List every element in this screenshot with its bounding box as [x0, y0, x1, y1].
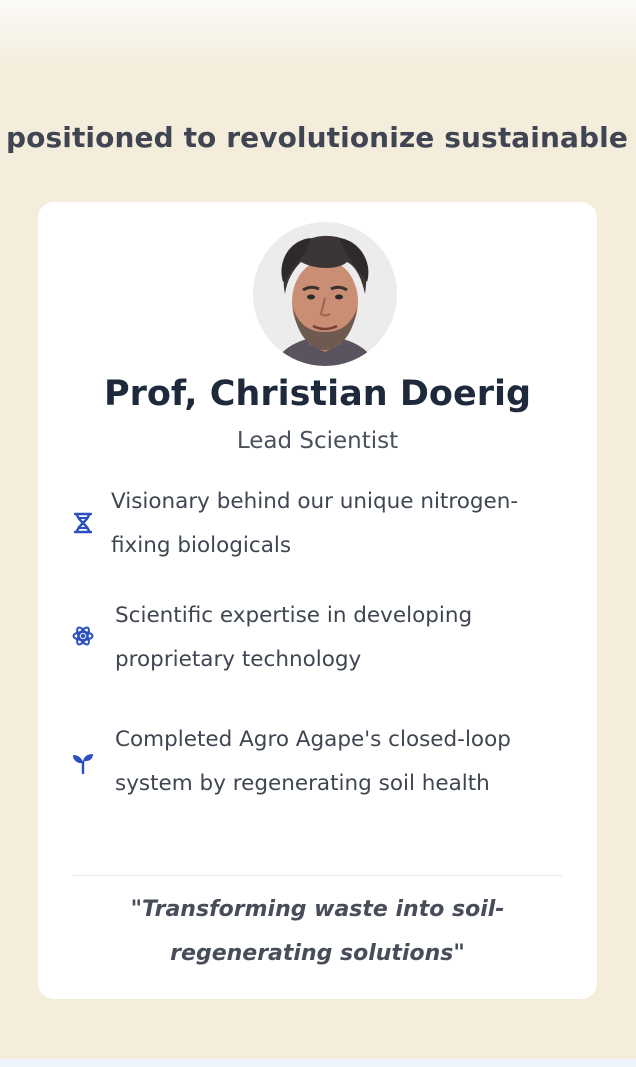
profile-card: Prof, Christian Doerig Lead Scientist Vi…: [38, 202, 597, 999]
quote-text: "Transforming waste into soil-regenerati…: [130, 897, 505, 966]
avatar-photo: [253, 222, 397, 366]
top-fade: [0, 0, 636, 70]
seedling-icon: [72, 752, 94, 775]
page: positioned to revolutionize sustainable …: [0, 0, 636, 1067]
bottom-strip: [0, 1059, 636, 1067]
feature-text: Visionary behind our unique nitrogen-fix…: [111, 489, 519, 558]
section-headline: positioned to revolutionize sustainable …: [6, 121, 636, 154]
profile-name: Prof, Christian Doerig: [103, 374, 532, 414]
atom-icon: [72, 625, 94, 647]
divider: [73, 875, 562, 876]
dna-icon: [72, 512, 94, 534]
profile-role: Lead Scientist: [236, 428, 399, 454]
avatar: [253, 222, 397, 366]
feature-text: Scientific expertise in developing propr…: [115, 603, 473, 672]
feature-text: Completed Agro Agape's closed-loop syste…: [115, 727, 511, 796]
